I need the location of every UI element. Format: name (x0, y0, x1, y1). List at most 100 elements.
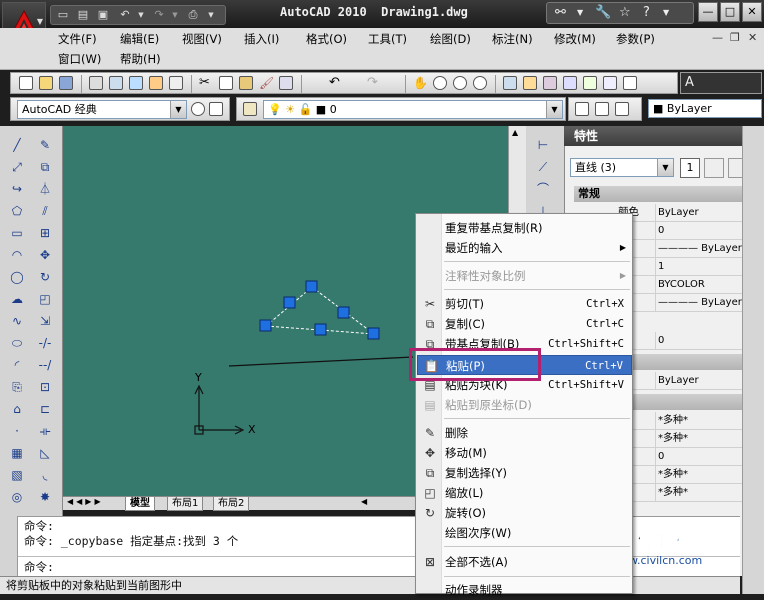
maximize-button[interactable]: □ (720, 2, 740, 22)
copy-clip-icon[interactable] (219, 76, 233, 90)
doc-restore-icon[interactable]: ❐ (730, 31, 740, 44)
menu-item-annotative-scale[interactable]: 注释性对象比例 ▶ (417, 266, 632, 286)
print-icon[interactable]: ⎙ (185, 8, 201, 22)
redo-icon[interactable]: ↷ (151, 8, 167, 22)
explode-icon[interactable]: ✸ (36, 488, 54, 506)
quickcalc-icon[interactable] (603, 76, 617, 90)
doc-close-icon[interactable]: ✕ (748, 31, 757, 44)
gear-icon[interactable] (191, 102, 205, 116)
menu-tools[interactable]: 工具(T) (368, 31, 407, 47)
mirror-icon[interactable]: ⏃ (36, 180, 54, 198)
menu-view[interactable]: 视图(V) (182, 31, 222, 47)
publish-icon[interactable] (129, 76, 143, 90)
menu-item-deselect-all[interactable]: ⊠ 全部不选(A) (417, 552, 632, 572)
rectangle-icon[interactable]: ▭ (8, 224, 26, 242)
select-objects-icon[interactable] (704, 158, 724, 178)
ellipse-icon[interactable]: ⬭ (8, 334, 26, 352)
construction-line-icon[interactable]: ⤢ (8, 158, 26, 176)
cut-icon[interactable]: ✂ (199, 76, 213, 90)
layer-state-icon[interactable] (615, 102, 629, 116)
spline-icon[interactable]: ∿ (8, 312, 26, 330)
array-icon[interactable]: ⊞ (36, 224, 54, 242)
arc-icon[interactable]: ◠ (8, 246, 26, 264)
zoom-previous-icon[interactable] (473, 76, 487, 90)
drawn-line[interactable] (228, 356, 414, 367)
pickadd-icon[interactable]: 1 (680, 158, 700, 178)
insert-block-icon[interactable]: ⎘ (8, 378, 26, 396)
tab-model[interactable]: 模型 (125, 497, 155, 511)
menu-item-recent-input[interactable]: 最近的输入 ▶ (417, 238, 632, 258)
menu-format[interactable]: 格式(O) (306, 31, 347, 47)
layer-select[interactable]: 💡 ☀ 🔓 ■ 0 ▼ (263, 100, 563, 119)
trim-icon[interactable]: -/- (36, 334, 54, 352)
properties-icon[interactable] (503, 76, 517, 90)
menu-item-move[interactable]: ✥ 移动(M) (417, 443, 632, 463)
tab-nav-icon[interactable]: ◀◀▶▶ (67, 497, 104, 506)
save-file-icon[interactable] (59, 76, 73, 90)
sheet-set-manager-icon[interactable] (563, 76, 577, 90)
menu-item-draw-order[interactable]: 绘图次序(W) (417, 523, 632, 543)
line-tool-icon[interactable]: ╱ (8, 136, 26, 154)
design-center-icon[interactable] (523, 76, 537, 90)
help-icon[interactable]: ? (643, 4, 650, 22)
zoom-window-icon[interactable] (453, 76, 467, 90)
menu-file[interactable]: 文件(F) (58, 31, 97, 47)
workspace-select[interactable]: AutoCAD 经典 ▼ (17, 100, 187, 119)
zoom-realtime-icon[interactable] (433, 76, 447, 90)
menu-parametric[interactable]: 参数(P) (616, 31, 655, 47)
point-icon[interactable]: · (8, 422, 26, 440)
minimize-button[interactable]: — (698, 2, 718, 22)
open-file-icon[interactable] (39, 76, 53, 90)
preview-icon[interactable] (109, 76, 123, 90)
communication-icon[interactable]: 🔧 (595, 4, 611, 22)
tab-layout1[interactable]: 布局1 (167, 497, 204, 511)
scroll-up-icon[interactable]: ▲ (512, 128, 518, 137)
menu-modify[interactable]: 修改(M) (554, 31, 596, 47)
arc-length-icon[interactable]: ⌒ (534, 180, 552, 198)
hscroll-left-icon[interactable]: ◀ (361, 497, 367, 506)
grip-points[interactable] (259, 280, 380, 340)
copy-tool-icon[interactable]: ⧉ (36, 158, 54, 176)
extend-icon[interactable]: --/ (36, 356, 54, 374)
binoculars-icon[interactable]: ⚯ (555, 4, 566, 22)
menu-item-scale[interactable]: ◰ 缩放(L) (417, 483, 632, 503)
color-select[interactable]: ■ ByLayer (648, 99, 762, 118)
text-style-icon[interactable]: A (685, 76, 699, 90)
aligned-dim-icon[interactable]: ⟋ (534, 158, 552, 176)
command-prompt[interactable]: 命令: (24, 559, 54, 575)
save-icon[interactable]: ▣ (95, 8, 111, 22)
palette-sidebar[interactable] (742, 126, 764, 594)
block-editor-icon[interactable] (279, 76, 293, 90)
undo-icon[interactable]: ↶ (329, 76, 343, 90)
new-icon[interactable]: ▭ (55, 8, 71, 22)
gradient-icon[interactable]: ▧ (8, 466, 26, 484)
menu-edit[interactable]: 编辑(E) (120, 31, 159, 47)
command-window-handle[interactable] (0, 516, 18, 576)
menu-insert[interactable]: 插入(I) (244, 31, 279, 47)
doc-minimize-icon[interactable]: — (712, 31, 723, 44)
menu-draw[interactable]: 绘图(D) (430, 31, 471, 47)
new-file-icon[interactable] (19, 76, 33, 90)
linear-dim-icon[interactable]: ⊢ (534, 136, 552, 154)
plot-icon[interactable] (89, 76, 103, 90)
menu-item-copy[interactable]: ⧉ 复制(C) Ctrl+C (417, 314, 632, 334)
undo-icon[interactable]: ↶ (117, 8, 133, 22)
chevron-down-icon[interactable]: ▼ (663, 4, 669, 22)
match-properties-icon[interactable]: 🖌 (259, 76, 274, 90)
tab-layout2[interactable]: 布局2 (213, 497, 250, 511)
break-icon[interactable]: ⊏ (36, 400, 54, 418)
menu-window[interactable]: 窗口(W) (58, 51, 101, 67)
chevron-down-icon[interactable]: ▼ (133, 8, 149, 22)
ellipse-arc-icon[interactable]: ◜ (8, 356, 26, 374)
erase-icon[interactable]: ✎ (36, 136, 54, 154)
stretch-icon[interactable]: ⇲ (36, 312, 54, 330)
join-icon[interactable]: ⟛ (36, 422, 54, 440)
open-icon[interactable]: ▤ (75, 8, 91, 22)
help-icon[interactable] (623, 76, 637, 90)
hatch-icon[interactable]: ▦ (8, 444, 26, 462)
region-icon[interactable]: ◎ (8, 488, 26, 506)
make-block-icon[interactable]: ⌂ (8, 400, 26, 418)
tool-palettes-icon[interactable] (543, 76, 557, 90)
make-current-icon[interactable] (575, 102, 589, 116)
menu-item-rotate[interactable]: ↻ 旋转(O) (417, 503, 632, 523)
